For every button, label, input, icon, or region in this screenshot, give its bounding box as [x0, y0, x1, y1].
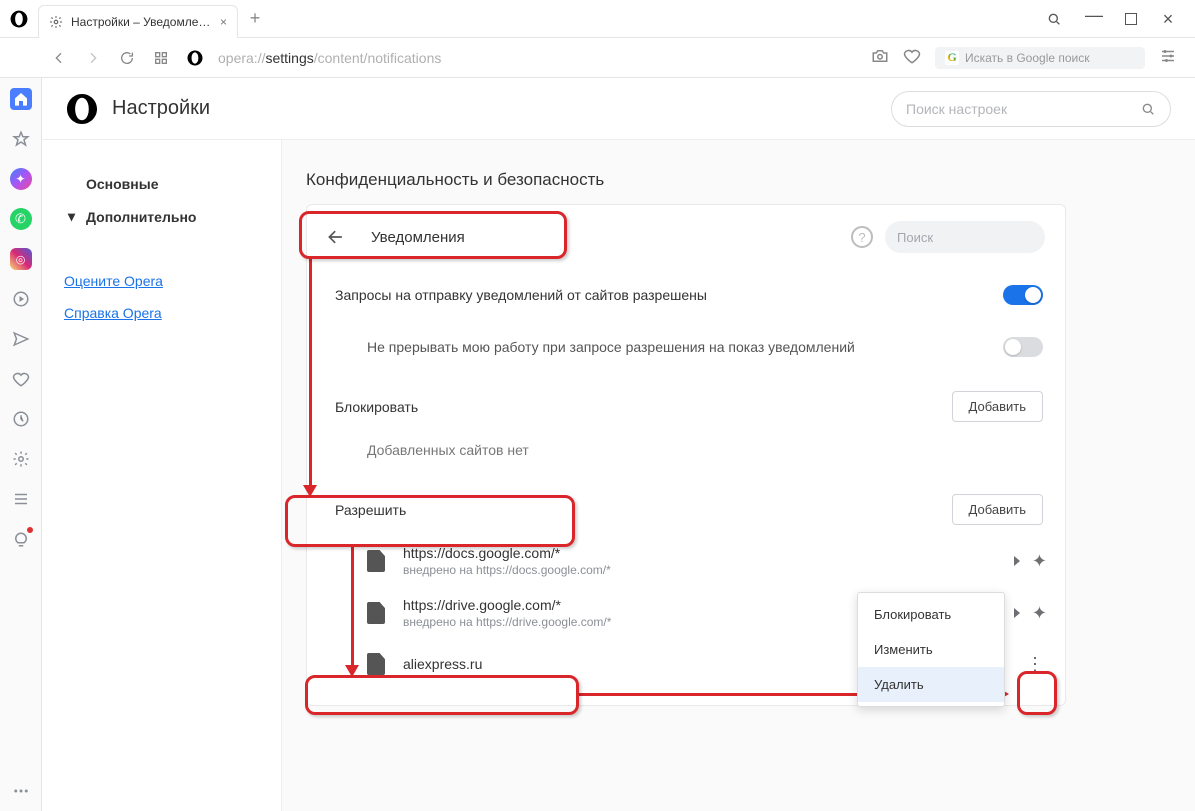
card-search-input[interactable] [897, 230, 1073, 245]
window-minimize-icon[interactable]: ― [1085, 6, 1103, 24]
rail-instagram-icon[interactable]: ◎ [10, 248, 32, 270]
settings-search-input[interactable] [906, 101, 1140, 117]
rail-messenger-icon[interactable]: ✦ [10, 168, 32, 190]
url-bar: opera://settings/content/notifications G… [0, 38, 1195, 78]
annotation-arrowhead [345, 665, 359, 677]
page-icon [367, 550, 385, 572]
rail-whatsapp-icon[interactable]: ✆ [10, 208, 32, 230]
window-search-icon[interactable] [1045, 10, 1063, 28]
window-close-icon[interactable]: × [1159, 10, 1177, 28]
allow-requests-label: Запросы на отправку уведомлений от сайто… [335, 287, 1003, 303]
rail-heart-icon[interactable] [10, 368, 32, 390]
nav-forward-button[interactable] [76, 38, 110, 78]
url-opera-icon [178, 38, 212, 78]
snapshot-icon[interactable] [871, 47, 889, 68]
site-menu-button[interactable]: ⋮ [1023, 649, 1047, 679]
site-context-menu: Блокировать Изменить Удалить [857, 592, 1005, 707]
rail-home-icon[interactable] [10, 88, 32, 110]
card-title: Уведомления [371, 229, 465, 246]
tab-title: Настройки – Уведомления [71, 15, 212, 29]
rail-star-icon[interactable] [10, 128, 32, 150]
expand-icon[interactable] [1014, 556, 1020, 566]
url-prefix: opera:// [218, 50, 265, 66]
sidebar-link-rate[interactable]: Оцените Opera [64, 273, 259, 289]
new-tab-button[interactable]: + [238, 0, 272, 37]
help-icon[interactable]: ? [851, 226, 873, 248]
site-sub: внедрено на https://docs.google.com/* [403, 563, 996, 577]
url-host: settings [265, 50, 313, 66]
rail-history-icon[interactable] [10, 408, 32, 430]
settings-header: Настройки [42, 78, 1195, 140]
card-search-box[interactable] [885, 221, 1045, 253]
page-icon [367, 653, 385, 675]
rail-line-icon[interactable] [10, 488, 32, 510]
bookmark-heart-icon[interactable] [903, 47, 921, 68]
speed-dial-button[interactable] [144, 38, 178, 78]
search-icon [1140, 101, 1156, 117]
google-search-placeholder: Искать в Google поиск [965, 51, 1090, 65]
rail-send-icon[interactable] [10, 328, 32, 350]
block-add-button[interactable]: Добавить [952, 391, 1043, 422]
allow-add-button[interactable]: Добавить [952, 494, 1043, 525]
site-url: https://docs.google.com/* [403, 545, 996, 561]
settings-main: Конфиденциальность и безопасность Уведом… [282, 140, 1195, 811]
menu-delete[interactable]: Удалить [858, 667, 1004, 702]
allow-section-title: Разрешить [335, 502, 952, 518]
browser-tab[interactable]: Настройки – Уведомления × [38, 5, 238, 38]
menu-edit[interactable]: Изменить [858, 632, 1004, 667]
settings-search-box[interactable] [891, 91, 1171, 127]
extension-icon: ✦ [1032, 551, 1047, 572]
google-search-box[interactable]: G Искать в Google поиск [935, 47, 1145, 69]
google-g-icon: G [945, 51, 959, 65]
rail-settings-icon[interactable] [10, 448, 32, 470]
rail-play-icon[interactable] [10, 288, 32, 310]
quiet-toggle[interactable] [1003, 337, 1043, 357]
page-title: Настройки [112, 97, 891, 120]
annotation-arrow [309, 259, 312, 489]
site-row: https://docs.google.com/* внедрено на ht… [307, 535, 1065, 587]
window-maximize-icon[interactable] [1125, 13, 1137, 25]
sidebar-item-advanced[interactable]: ▾Дополнительно [64, 200, 259, 233]
allow-requests-toggle[interactable] [1003, 285, 1043, 305]
notifications-card: Уведомления ? Запросы на отправку уведом… [306, 204, 1066, 706]
rail-more-icon[interactable] [10, 789, 32, 811]
back-button[interactable] [323, 224, 349, 250]
extension-icon: ✦ [1032, 603, 1047, 624]
sidebar-link-help[interactable]: Справка Opera [64, 305, 259, 321]
page-icon [367, 602, 385, 624]
settings-sidebar: Основные ▾Дополнительно Оцените Opera Сп… [42, 140, 282, 811]
opera-logo-icon [10, 10, 28, 28]
content-area: Настройки Основные ▾Дополнительно Оценит… [42, 78, 1195, 811]
opera-logo-large-icon [66, 93, 98, 125]
rail-bulb-icon[interactable] [10, 528, 32, 550]
left-rail: ✦ ✆ ◎ [0, 78, 42, 811]
quiet-label: Не прерывать мою работу при запросе разр… [367, 339, 1003, 355]
url-field[interactable]: opera://settings/content/notifications [212, 50, 871, 66]
expand-icon[interactable] [1014, 608, 1020, 618]
annotation-arrowhead [303, 485, 317, 497]
title-bar: Настройки – Уведомления × + ― × [0, 0, 1195, 38]
block-section-title: Блокировать [335, 399, 952, 415]
tab-close-icon[interactable]: × [220, 15, 227, 29]
menu-block[interactable]: Блокировать [858, 597, 1004, 632]
sidebar-item-basic[interactable]: Основные [64, 168, 259, 200]
gear-icon [49, 15, 63, 29]
easy-setup-icon[interactable] [1159, 47, 1177, 68]
annotation-arrow [351, 547, 354, 669]
reload-button[interactable] [110, 38, 144, 78]
nav-back-button[interactable] [42, 38, 76, 78]
url-path: /content/notifications [314, 50, 442, 66]
section-title: Конфиденциальность и безопасность [306, 170, 1185, 190]
block-empty-text: Добавленных сайтов нет [307, 432, 1065, 476]
